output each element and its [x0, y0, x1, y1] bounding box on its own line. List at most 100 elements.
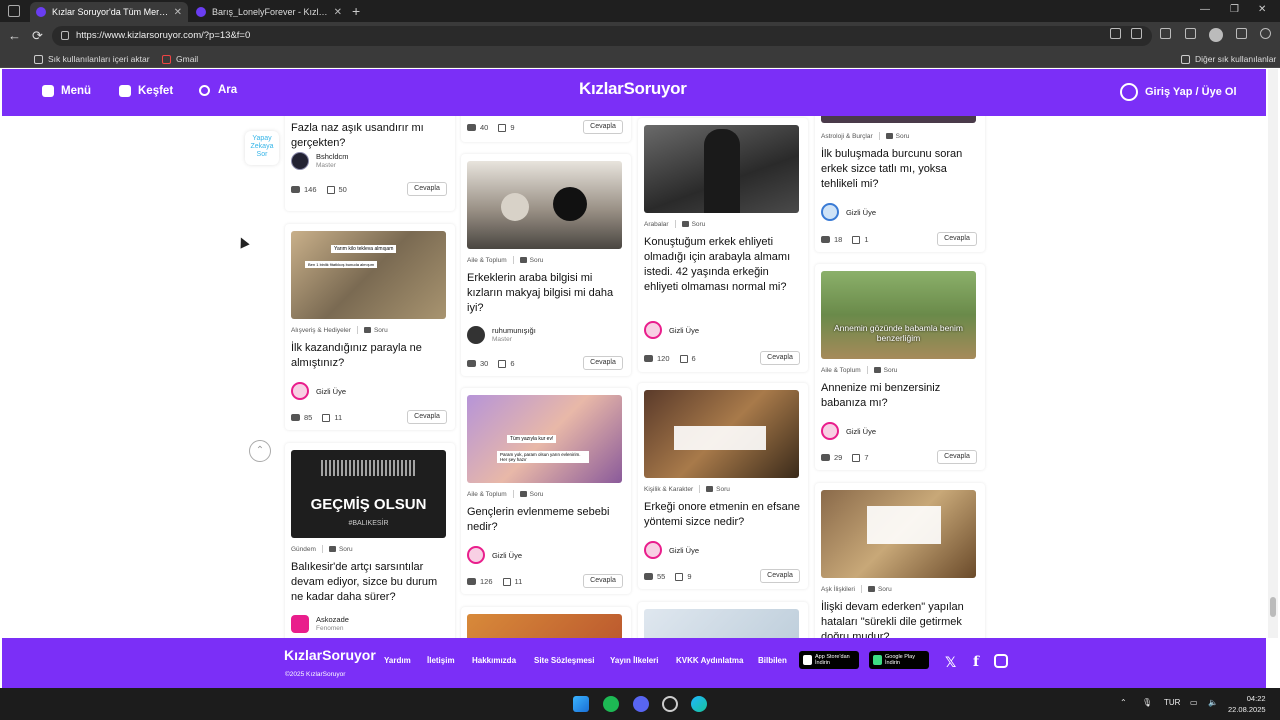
like-icon[interactable]: [502, 577, 511, 586]
maximize-icon[interactable]: ❐: [1230, 4, 1239, 15]
edge-icon[interactable]: [691, 696, 707, 712]
footer-link-help[interactable]: Yardım: [384, 656, 411, 665]
question-card[interactable]: Annemin gözünde babamla benim benzerliği…: [815, 264, 985, 470]
category-label[interactable]: Aile & Toplum: [821, 367, 861, 374]
question-card[interactable]: Tüm yazıyla kur ev! Param yok, param ols…: [461, 388, 631, 594]
question-image[interactable]: Yarım kilo tekleva almışam Ben 1 binlik …: [291, 231, 446, 319]
close-tab-icon[interactable]: ✕: [174, 7, 182, 18]
footer-link-kvkk[interactable]: KVKK Aydınlatma: [676, 656, 743, 665]
facebook-icon[interactable]: f: [973, 654, 979, 670]
instagram-icon[interactable]: [994, 654, 1008, 668]
question-card[interactable]: 40 9 Cevapla: [461, 116, 631, 142]
like-icon[interactable]: [322, 413, 331, 422]
like-icon[interactable]: [498, 123, 507, 132]
scrollbar-thumb[interactable]: [1270, 597, 1276, 617]
question-image[interactable]: [644, 125, 799, 213]
microphone-icon[interactable]: 🎙: [1142, 698, 1152, 707]
footer-link-bilbilen[interactable]: Bilbilen: [758, 656, 787, 665]
back-icon[interactable]: ←: [8, 28, 21, 43]
page-scrollbar[interactable]: [1268, 69, 1278, 638]
volume-icon[interactable]: 🔈: [1208, 698, 1218, 707]
question-image[interactable]: [644, 390, 799, 478]
footer-link-publishing[interactable]: Yayın İlkeleri: [610, 656, 658, 665]
discord-icon[interactable]: [633, 696, 649, 712]
close-tab-icon[interactable]: ✕: [334, 7, 342, 18]
question-title[interactable]: Annenize mi benzersiniz babanıza mı?: [821, 381, 981, 411]
author-name[interactable]: Askozade: [316, 615, 349, 624]
question-image[interactable]: [821, 116, 976, 123]
reply-button[interactable]: Cevapla: [583, 120, 623, 134]
question-card[interactable]: Fazla naz aşık usandırır mı gerçekten? B…: [285, 116, 455, 211]
reply-button[interactable]: Cevapla: [583, 356, 623, 370]
tab-kizlarsoruyor[interactable]: Kızlar Soruyor'da Tüm Merak Ettik ✕: [30, 2, 188, 22]
tray-chevron-icon[interactable]: ⌃: [1120, 698, 1127, 707]
question-title[interactable]: Balıkesir'de artçı sarsıntılar devam edi…: [291, 560, 451, 605]
like-icon[interactable]: [852, 453, 861, 462]
question-image[interactable]: [821, 490, 976, 578]
network-icon[interactable]: ▭: [1190, 698, 1198, 707]
app-store-button[interactable]: App Store'dan İndirin: [799, 651, 859, 669]
chatgpt-icon[interactable]: [662, 696, 678, 712]
system-clock[interactable]: 04:22 22.08.2025: [1228, 693, 1266, 715]
search-button[interactable]: Ara: [199, 84, 237, 96]
reading-view-icon[interactable]: [1110, 28, 1121, 39]
like-icon[interactable]: [326, 185, 335, 194]
like-icon[interactable]: [498, 359, 507, 368]
like-icon[interactable]: [675, 572, 684, 581]
question-card[interactable]: [638, 602, 808, 638]
new-tab-button[interactable]: +: [352, 3, 360, 19]
question-title[interactable]: Gençlerin evlenmeme sebebi nedir?: [467, 505, 627, 535]
category-label[interactable]: Aşk İlişkileri: [821, 586, 855, 593]
question-card[interactable]: GEÇMİŞ OLSUN #BALIKESİR Gündem Soru Balık…: [285, 443, 455, 638]
favorite-star-icon[interactable]: [1131, 28, 1142, 39]
author-name[interactable]: Bshcldcm: [316, 152, 349, 161]
reply-button[interactable]: Cevapla: [407, 182, 447, 196]
like-icon[interactable]: [852, 235, 861, 244]
question-card[interactable]: Astroloji & Burçlar Soru İlk buluşmada bu…: [815, 116, 985, 252]
category-label[interactable]: Aile & Toplum: [467, 257, 507, 264]
avatar[interactable]: [291, 615, 309, 633]
x-twitter-icon[interactable]: 𝕏: [945, 654, 956, 671]
explore-button[interactable]: Keşfet: [119, 85, 173, 97]
question-image[interactable]: Annemin gözünde babamla benim benzerliği…: [821, 271, 976, 359]
category-label[interactable]: Arabalar: [644, 221, 669, 228]
avatar[interactable]: [291, 152, 309, 170]
question-image[interactable]: GEÇMİŞ OLSUN #BALIKESİR: [291, 450, 446, 538]
question-card[interactable]: Aşk İlişkileri Soru İlişki devam ederken"…: [815, 483, 985, 638]
question-image[interactable]: [467, 614, 622, 638]
refresh-icon[interactable]: ⟳: [32, 28, 43, 44]
question-card[interactable]: Aile & Toplum Soru Erkeklerin araba bilgi…: [461, 154, 631, 376]
question-title[interactable]: Erkeği onore etmenin en efsane yöntemi s…: [644, 500, 804, 530]
category-label[interactable]: Astroloji & Burçlar: [821, 133, 873, 140]
question-title[interactable]: Konuştuğum erkek ehliyeti olmadığı için …: [644, 235, 804, 295]
question-card[interactable]: Yarım kilo tekleva almışam Ben 1 binlik …: [285, 224, 455, 430]
question-title[interactable]: İlk buluşmada burcunu soran erkek sizce …: [821, 147, 981, 192]
footer-link-contact[interactable]: İletişim: [427, 656, 455, 665]
category-label[interactable]: Aile & Toplum: [467, 491, 507, 498]
tab-profile[interactable]: Barış_LonelyForever - KızlarSoruy ✕: [190, 2, 348, 22]
start-icon[interactable]: [573, 696, 589, 712]
collections-icon[interactable]: [1185, 28, 1196, 39]
footer-link-terms[interactable]: Site Sözleşmesi: [534, 656, 594, 665]
like-icon[interactable]: [679, 354, 688, 363]
author-name[interactable]: ruhumunışığı: [492, 326, 536, 335]
question-title[interactable]: İlişki devam ederken" yapılan hataları "…: [821, 600, 981, 638]
google-play-button[interactable]: Google Play İndirin: [869, 651, 929, 669]
extensions-icon[interactable]: [1160, 28, 1171, 39]
minimize-icon[interactable]: —: [1200, 4, 1210, 15]
language-indicator[interactable]: TUR: [1164, 698, 1180, 707]
category-label[interactable]: Kişilik & Karakter: [644, 486, 693, 493]
reply-button[interactable]: Cevapla: [937, 232, 977, 246]
more-menu-icon[interactable]: [1236, 28, 1247, 39]
scroll-top-button[interactable]: ⌃: [249, 440, 271, 462]
profile-avatar[interactable]: [1209, 28, 1223, 42]
tab-actions-icon[interactable]: [8, 5, 20, 17]
menu-button[interactable]: Menü: [42, 85, 91, 97]
question-image[interactable]: Tüm yazıyla kur ev! Param yok, param ols…: [467, 395, 622, 483]
question-card[interactable]: Kişilik & Karakter Soru Erkeği onore etme…: [638, 383, 808, 589]
close-window-icon[interactable]: ✕: [1258, 4, 1266, 15]
reply-button[interactable]: Cevapla: [937, 450, 977, 464]
reply-button[interactable]: Cevapla: [583, 574, 623, 588]
avatar[interactable]: [467, 326, 485, 344]
question-title[interactable]: Erkeklerin araba bilgisi mi kızların mak…: [467, 271, 627, 316]
